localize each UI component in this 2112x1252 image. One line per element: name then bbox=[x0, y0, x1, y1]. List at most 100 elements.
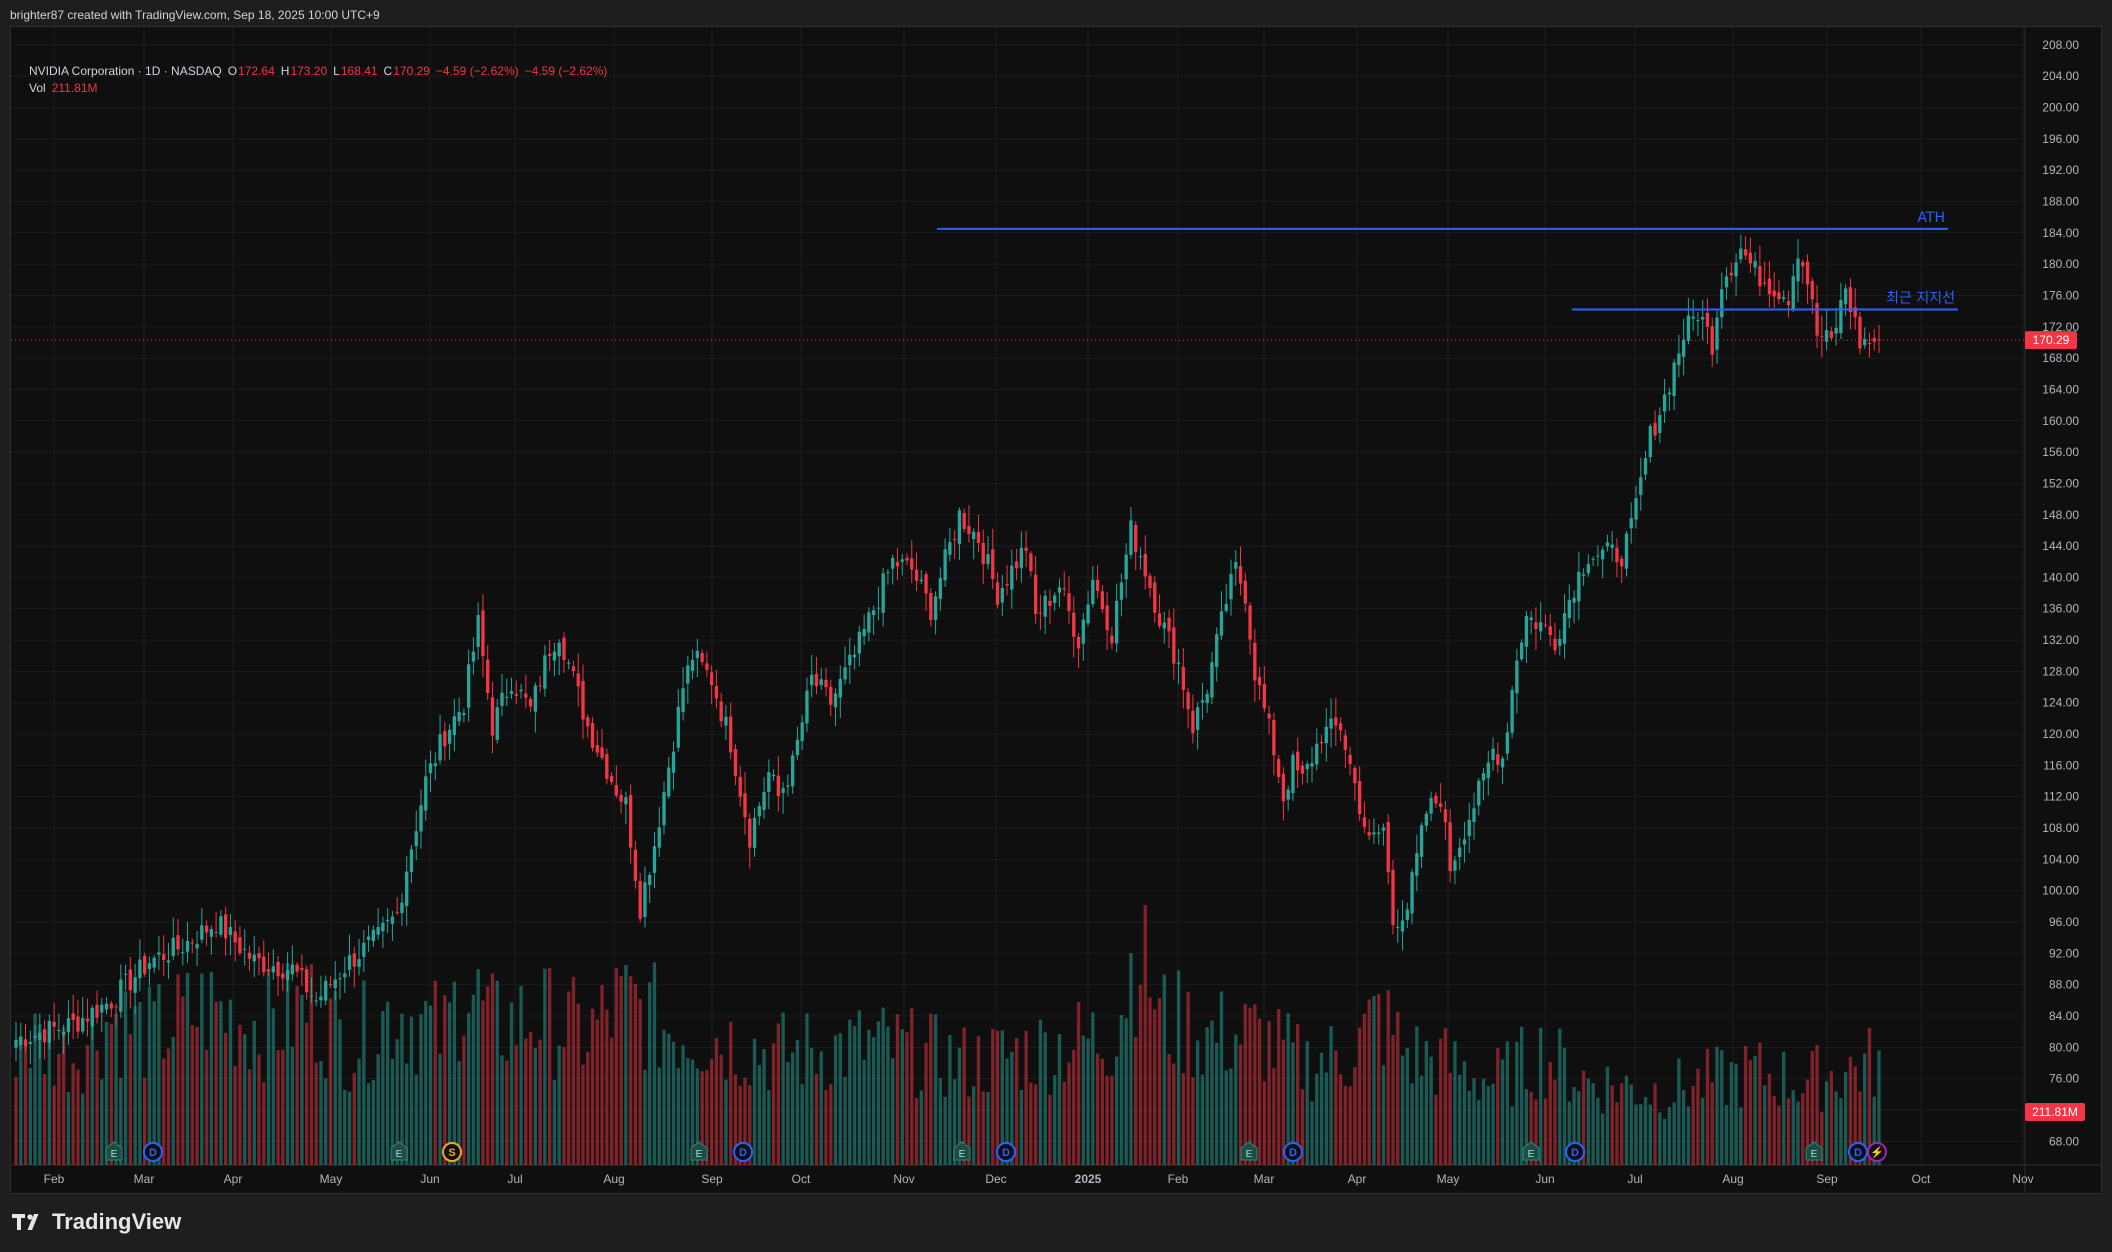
volume-bar bbox=[1548, 1062, 1552, 1165]
candle-body bbox=[176, 935, 180, 950]
candle-body bbox=[1381, 827, 1386, 831]
volume-bar bbox=[567, 991, 571, 1165]
volume-bar bbox=[1372, 995, 1376, 1165]
volume-bar bbox=[1681, 1090, 1686, 1165]
volume-bar bbox=[14, 1076, 18, 1165]
candle-body bbox=[1867, 342, 1872, 344]
candle-body bbox=[738, 776, 742, 797]
candle-body bbox=[462, 713, 466, 716]
volume-bar bbox=[1419, 1075, 1424, 1165]
volume-bar bbox=[1786, 1098, 1791, 1165]
candle-body bbox=[1662, 394, 1667, 412]
candle-body bbox=[1305, 764, 1309, 770]
candle-body bbox=[219, 916, 223, 935]
candle-body bbox=[281, 973, 285, 979]
volume-bar bbox=[986, 1092, 990, 1165]
volume-bar bbox=[1620, 1083, 1624, 1165]
candle-body bbox=[1081, 619, 1085, 644]
chart-credit: brighter87 created with TradingView.com,… bbox=[10, 8, 380, 22]
volume-bar bbox=[1643, 1097, 1648, 1165]
volume-bar bbox=[876, 1021, 881, 1165]
volume-bar bbox=[1515, 1041, 1519, 1165]
price-tick-label: 116.00 bbox=[2043, 758, 2079, 772]
candle-body bbox=[1500, 758, 1505, 768]
volume-bar bbox=[338, 1019, 342, 1165]
time-tick-label: 2025 bbox=[1075, 1172, 1102, 1186]
candle-body bbox=[90, 1007, 94, 1027]
candle-body bbox=[1553, 638, 1557, 651]
candle-body bbox=[1105, 605, 1109, 631]
candle-body bbox=[1634, 498, 1638, 520]
candle-body bbox=[676, 706, 680, 748]
volume-bar bbox=[352, 1072, 356, 1165]
candle-body bbox=[471, 651, 476, 662]
price-tick-label: 104.00 bbox=[2042, 852, 2079, 866]
candle-body bbox=[338, 978, 342, 980]
volume-bar bbox=[285, 963, 290, 1165]
candle-body bbox=[528, 699, 533, 707]
time-tick-label: Feb bbox=[44, 1172, 65, 1186]
candle-body bbox=[257, 953, 261, 959]
candle-body bbox=[638, 880, 642, 919]
volume-bar bbox=[185, 972, 190, 1165]
candle-body bbox=[519, 689, 523, 692]
candle-body bbox=[409, 849, 414, 872]
candle-body bbox=[800, 722, 804, 742]
candle-body bbox=[1558, 638, 1562, 646]
volume-bar bbox=[452, 981, 457, 1165]
candle-body bbox=[986, 554, 990, 564]
volume-bar bbox=[324, 1078, 328, 1165]
volume-bar bbox=[1191, 1077, 1195, 1165]
candle-body bbox=[1400, 920, 1405, 932]
volume-bar bbox=[1334, 1050, 1338, 1165]
volume-bar bbox=[123, 991, 128, 1165]
volume-bar bbox=[443, 995, 447, 1165]
volume-bar bbox=[1486, 1086, 1490, 1165]
volume-bar bbox=[1124, 1018, 1128, 1165]
volume-bar bbox=[1653, 1083, 1657, 1165]
candle-body bbox=[1839, 299, 1843, 334]
volume-bar bbox=[1105, 1075, 1109, 1165]
volume-bar bbox=[1286, 1013, 1290, 1165]
candle-body bbox=[1419, 825, 1424, 857]
volume-bar bbox=[1181, 1073, 1186, 1165]
volume-bar bbox=[1367, 999, 1371, 1165]
time-tick-label: Nov bbox=[893, 1172, 914, 1186]
volume-bar bbox=[1553, 1079, 1557, 1165]
volume-bar bbox=[71, 1063, 75, 1165]
price-chart[interactable]: ATH 최근 지지선 208.00 204.00 200.00 196.00 192.00 1… bbox=[11, 27, 2101, 1193]
candle-body bbox=[757, 806, 761, 817]
candle-body bbox=[1014, 561, 1019, 569]
candle-body bbox=[52, 1021, 56, 1027]
chart-panel[interactable]: ATH 최근 지지선 208.00 204.00 200.00 196.00 192.00 1… bbox=[10, 26, 2102, 1194]
time-tick-label: Oct bbox=[1912, 1172, 1931, 1186]
time-tick-label: Jul bbox=[1627, 1172, 1642, 1186]
candle-body bbox=[166, 960, 171, 963]
volume-bar bbox=[152, 1001, 156, 1165]
volume-bar bbox=[1843, 1072, 1848, 1165]
volume-bar bbox=[1834, 1091, 1838, 1165]
volume-bar bbox=[1705, 1048, 1710, 1165]
tradingview-logo[interactable]: TradingView bbox=[12, 1209, 181, 1235]
candle-body bbox=[910, 558, 914, 570]
candle-body bbox=[1234, 562, 1238, 569]
candle-body bbox=[200, 925, 204, 940]
candle-body bbox=[1639, 477, 1643, 495]
candle-body bbox=[1191, 710, 1195, 733]
volume-bar bbox=[1715, 1046, 1719, 1165]
candle-body bbox=[1543, 624, 1548, 626]
event-marker-label: S bbox=[448, 1147, 455, 1159]
volume-bar bbox=[438, 1053, 442, 1165]
time-tick-label: Mar bbox=[1254, 1172, 1275, 1186]
volume-bar bbox=[190, 1025, 194, 1165]
candle-body bbox=[1667, 392, 1672, 395]
candle-body bbox=[209, 929, 214, 937]
last-volume-tag-text: 211.81M bbox=[2032, 1105, 2078, 1119]
earnings-marker-label: E bbox=[111, 1149, 118, 1160]
candle-body bbox=[181, 952, 185, 954]
candle-body bbox=[190, 942, 194, 944]
candle-body bbox=[147, 963, 152, 970]
volume-bar bbox=[66, 1091, 71, 1165]
candle-body bbox=[162, 954, 166, 960]
legend-symbol: NVIDIA Corporation · 1D · NASDAQ bbox=[29, 64, 222, 78]
